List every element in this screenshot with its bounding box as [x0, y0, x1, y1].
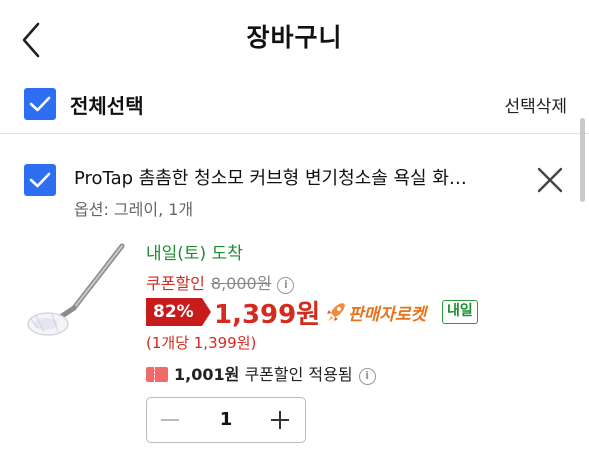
rocket-icon — [327, 303, 345, 321]
decrease-quantity-button[interactable] — [159, 408, 183, 432]
select-all-row: 전체선택 선택삭제 — [0, 78, 589, 134]
price-row: 82% 1,399원 판매자로켓 내일 — [146, 294, 586, 330]
coupon-price-line: 쿠폰할인 8,000원 i — [146, 270, 295, 294]
seller-rocket-label: 판매자로켓 — [348, 305, 427, 325]
product-image[interactable] — [22, 238, 134, 350]
coupon-amount: 1,001원 — [174, 365, 240, 384]
tomorrow-badge: 내일 — [442, 300, 478, 324]
original-price: 8,000원 — [210, 274, 272, 293]
item-checkbox[interactable] — [24, 164, 56, 196]
sale-price: 1,399원 — [214, 300, 321, 330]
header: 장바구니 — [0, 0, 589, 78]
info-icon[interactable]: i — [358, 368, 376, 385]
delivery-date: 내일(토) 도착 — [146, 244, 243, 264]
coupon-label: 쿠폰할인 — [146, 274, 205, 293]
product-name[interactable]: ProTap 촘촘한 청소모 커브형 변기청소솔 욕실 화… — [74, 164, 506, 190]
unit-price: (1개당 1,399원) — [146, 334, 257, 352]
discount-badge: 82% — [146, 298, 211, 326]
remove-item-button[interactable] — [534, 164, 566, 196]
coupon-applied-text: 쿠폰할인 적용됨 — [244, 365, 353, 384]
delete-selected-button[interactable]: 선택삭제 — [504, 92, 567, 117]
cart-item: ProTap 촘촘한 청소모 커브형 변기청소솔 욕실 화… 옵션: 그레이, … — [0, 134, 589, 463]
quantity-stepper: 1 — [146, 397, 306, 443]
product-option: 옵션: 그레이, 1개 — [74, 200, 194, 219]
quantity-value[interactable]: 1 — [197, 409, 255, 430]
page-title: 장바구니 — [246, 23, 343, 52]
checkmark-icon — [29, 96, 51, 112]
select-all-checkbox[interactable] — [24, 88, 56, 120]
coupon-icon — [146, 367, 168, 382]
coupon-applied: 1,001원 쿠폰할인 적용됨 i — [146, 361, 376, 385]
select-all-label: 전체선택 — [70, 94, 144, 118]
info-icon[interactable]: i — [277, 277, 295, 294]
checkmark-icon — [29, 172, 51, 188]
increase-quantity-button[interactable] — [269, 408, 293, 432]
close-icon — [537, 167, 563, 193]
